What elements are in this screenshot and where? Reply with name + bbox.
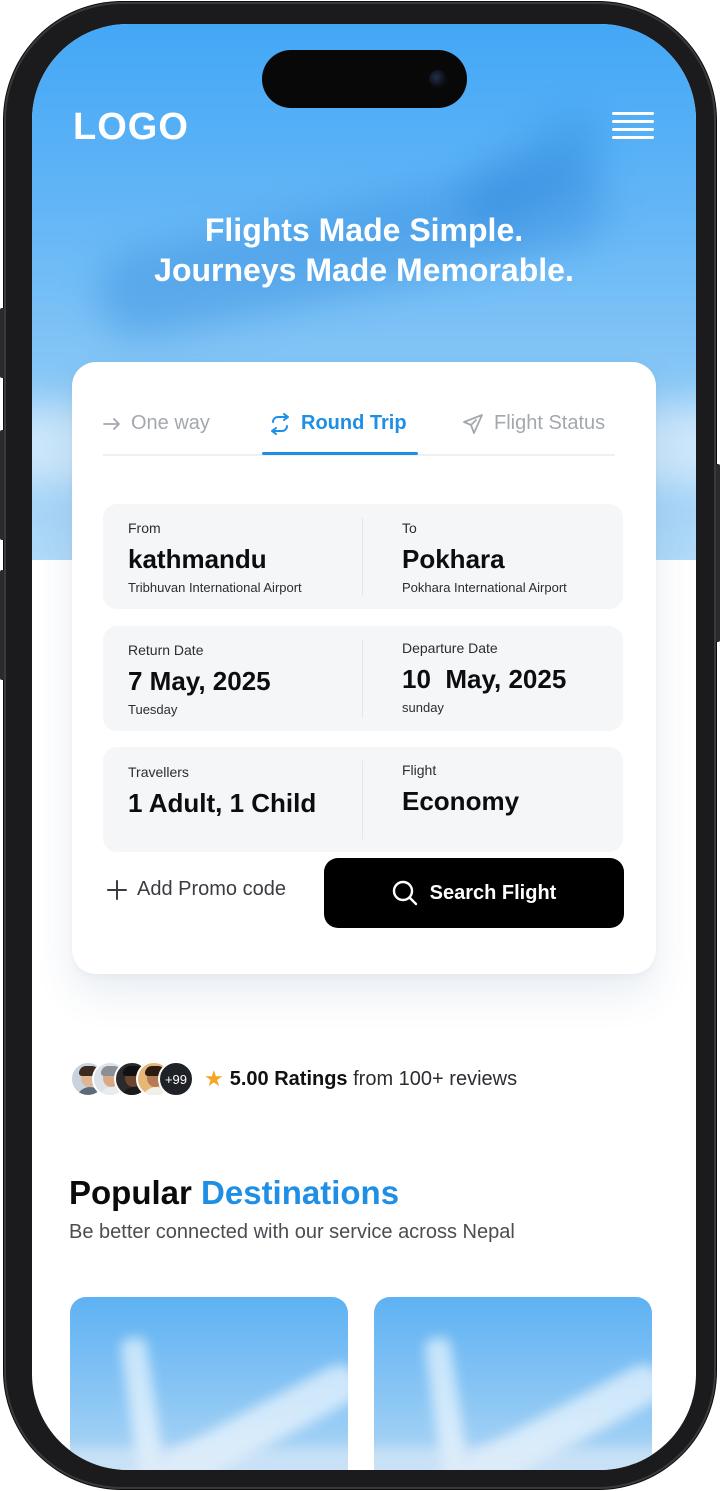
- divider: [362, 518, 363, 596]
- rating-summary: 5.00 Ratings from 100+ reviews: [230, 1068, 517, 1091]
- return-date-label: Return Date: [128, 642, 204, 658]
- departure-date-value: 10 May, 2025: [402, 664, 567, 694]
- action-button: [0, 308, 4, 378]
- destination-card[interactable]: [374, 1297, 652, 1470]
- arrow-right-icon: [103, 417, 120, 430]
- travellers-value: 1 Adult, 1 Child: [128, 788, 317, 818]
- tab-one-way-label: One way: [131, 412, 210, 434]
- send-icon: [463, 413, 483, 434]
- class-field[interactable]: Flight Economy: [402, 762, 519, 817]
- return-date-field[interactable]: Return Date 7 May, 2025 Tuesday: [128, 642, 271, 717]
- departure-date-field[interactable]: Departure Date 10 May, 2025 sunday: [402, 640, 566, 715]
- to-city: Pokhara: [402, 544, 505, 574]
- power-button: [716, 464, 720, 642]
- travellers-label: Travellers: [128, 764, 189, 780]
- hero-title-line-1: Flights Made Simple.: [204, 212, 524, 248]
- to-airport: Pokhara International Airport: [402, 580, 567, 595]
- divider: [362, 640, 363, 718]
- section-subtitle: Be better connected with our service acr…: [69, 1221, 515, 1243]
- flight-search-card: One way Round Trip Flight Status From ka…: [72, 362, 656, 974]
- class-label: Flight: [402, 762, 437, 778]
- return-date-value: 7 May, 2025: [128, 666, 271, 696]
- from-label: From: [128, 520, 161, 536]
- tab-one-way[interactable]: One way: [103, 412, 210, 435]
- add-promo-code-button[interactable]: Add Promo code: [107, 878, 286, 901]
- rating-score: 5.00 Ratings: [229, 1067, 348, 1090]
- departure-date-label: Departure Date: [402, 640, 498, 656]
- passengers-box: Travellers 1 Adult, 1 Child Flight Econo…: [103, 747, 623, 852]
- tab-flight-status[interactable]: Flight Status: [462, 412, 605, 435]
- search-icon: [392, 880, 417, 906]
- from-field[interactable]: From kathmandu Tribhuvan International A…: [128, 520, 302, 595]
- section-title-accent: Destinations: [201, 1174, 400, 1211]
- tab-round-trip[interactable]: Round Trip: [269, 412, 407, 435]
- screen: LOGO Flights Made Simple. Journeys Made …: [32, 24, 696, 1470]
- reviewer-avatars: +99: [70, 1061, 200, 1097]
- from-airport: Tribhuvan International Airport: [128, 580, 302, 595]
- trip-type-tabs: One way Round Trip Flight Status: [103, 402, 615, 456]
- hero-title: Flights Made Simple. Journeys Made Memor…: [32, 210, 696, 290]
- class-value: Economy: [402, 786, 520, 816]
- section-title-plain: Popular: [69, 1174, 192, 1211]
- hamburger-menu-icon[interactable]: [612, 112, 654, 142]
- divider: [362, 761, 363, 839]
- travellers-field[interactable]: Travellers 1 Adult, 1 Child: [128, 764, 316, 819]
- camera-icon: [429, 70, 447, 88]
- rating-suffix: from 100+ reviews: [353, 1067, 518, 1090]
- tab-round-trip-label: Round Trip: [301, 412, 407, 434]
- plus-icon: [107, 879, 127, 900]
- tab-flight-status-label: Flight Status: [494, 412, 606, 434]
- volume-up-button: [0, 430, 4, 540]
- avatar-more-count: +99: [158, 1061, 194, 1097]
- destination-card[interactable]: [70, 1297, 348, 1470]
- search-flight-button[interactable]: Search Flight: [324, 858, 624, 928]
- to-field[interactable]: To Pokhara Pokhara International Airport: [402, 520, 567, 595]
- search-flight-label: Search Flight: [429, 881, 557, 904]
- hero-title-line-2: Journeys Made Memorable.: [154, 252, 574, 288]
- phone-frame: LOGO Flights Made Simple. Journeys Made …: [0, 2, 720, 1489]
- route-box: From kathmandu Tribhuvan International A…: [103, 504, 623, 609]
- active-tab-indicator: [262, 452, 418, 455]
- promo-label: Add Promo code: [137, 878, 286, 900]
- to-label: To: [402, 520, 417, 536]
- departure-day: sunday: [402, 700, 444, 715]
- star-icon: ★: [204, 1066, 224, 1091]
- repeat-icon: [271, 412, 289, 435]
- section-title: Popular Destinations: [69, 1174, 399, 1212]
- dynamic-island: [262, 50, 467, 108]
- return-day: Tuesday: [128, 702, 178, 717]
- logo[interactable]: LOGO: [73, 106, 189, 149]
- volume-down-button: [0, 570, 4, 680]
- ratings-row: +99 ★ 5.00 Ratings from 100+ reviews: [70, 1061, 517, 1097]
- dates-box: Return Date 7 May, 2025 Tuesday Departur…: [103, 626, 623, 731]
- from-city: kathmandu: [128, 544, 267, 574]
